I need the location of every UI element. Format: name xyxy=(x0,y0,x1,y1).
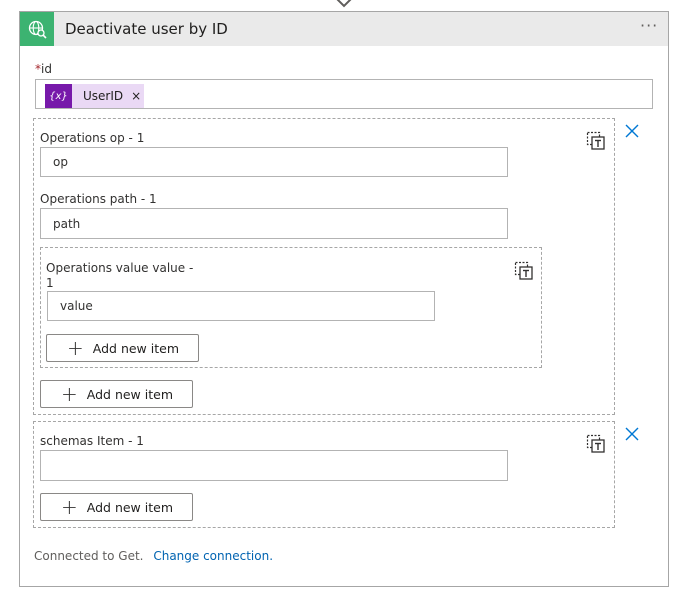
add-operation-item-label: Add new item xyxy=(86,386,173,402)
change-connection-link[interactable]: Change connection. xyxy=(153,549,273,563)
id-label-text: id xyxy=(41,62,52,76)
token-remove-button[interactable]: × xyxy=(131,89,141,103)
schemas-item-input[interactable] xyxy=(40,450,508,481)
connected-text: Connected to Get. xyxy=(34,549,144,563)
operations-path-input[interactable]: path xyxy=(40,208,508,239)
id-field-label: *id xyxy=(35,62,52,76)
plus-icon: + xyxy=(67,336,84,360)
operations-value-label: Operations value value - xyxy=(46,261,194,275)
add-schemas-item-label: Add new item xyxy=(86,499,173,515)
connection-status: Connected to Get. Change connection. xyxy=(34,549,273,563)
operations-path-label: Operations path - 1 xyxy=(40,192,157,206)
text-mode-icon[interactable] xyxy=(514,261,534,281)
text-mode-icon[interactable] xyxy=(586,434,606,454)
action-title: Deactivate user by ID xyxy=(65,20,228,38)
flow-arrow-icon xyxy=(336,0,352,8)
more-options-button[interactable]: ··· xyxy=(640,16,658,35)
variable-icon: {x} xyxy=(45,84,72,108)
globe-search-icon xyxy=(20,12,54,46)
schemas-item-label: schemas Item - 1 xyxy=(40,434,144,448)
remove-operations-close-icon[interactable] xyxy=(624,123,640,139)
add-value-item-label: Add new item xyxy=(92,340,179,356)
text-mode-icon[interactable] xyxy=(586,131,606,151)
operations-op-label: Operations op - 1 xyxy=(40,131,145,145)
operations-value-label-index: 1 xyxy=(46,276,54,290)
remove-schemas-close-icon[interactable] xyxy=(624,426,640,442)
add-operation-item-button[interactable]: + Add new item xyxy=(40,380,193,408)
plus-icon: + xyxy=(61,495,78,519)
add-schemas-item-button[interactable]: + Add new item xyxy=(40,493,193,521)
add-value-item-button[interactable]: + Add new item xyxy=(46,334,199,362)
plus-icon: + xyxy=(61,382,78,406)
operations-op-input[interactable]: op xyxy=(40,147,508,177)
userid-token[interactable]: {x} UserID × xyxy=(45,84,144,108)
operations-value-input[interactable]: value xyxy=(47,291,435,321)
token-label: UserID xyxy=(83,89,124,103)
